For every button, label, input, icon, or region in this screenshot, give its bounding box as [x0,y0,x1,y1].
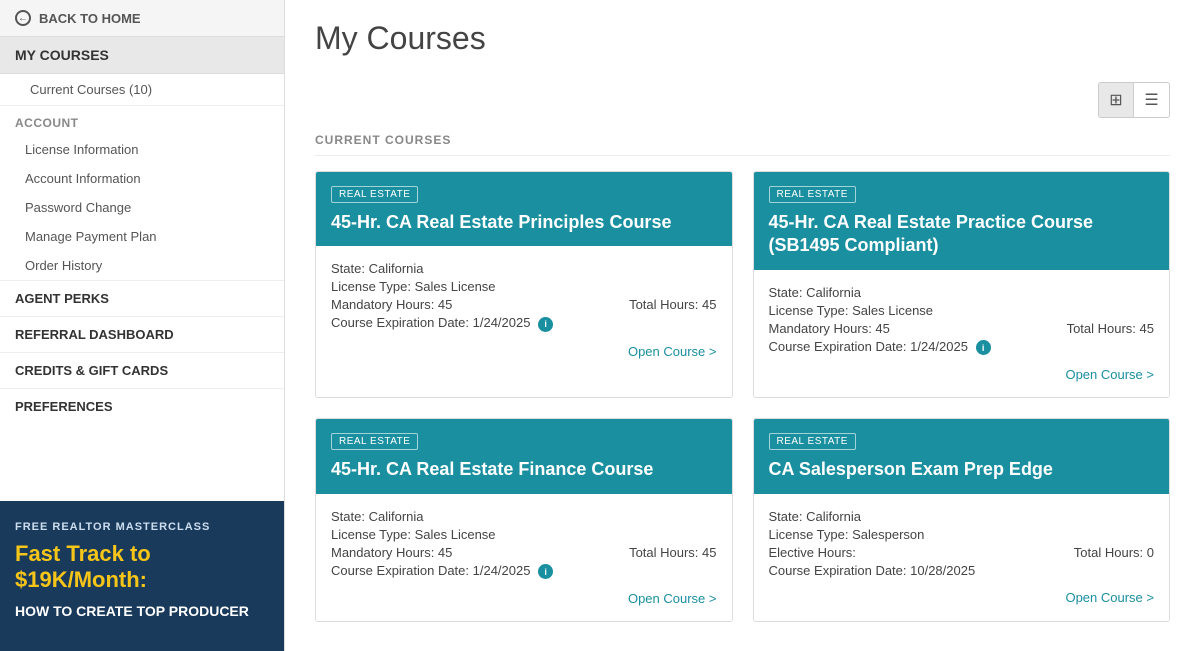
course-state-0: State: California [331,261,717,276]
course-card-0: REAL ESTATE 45-Hr. CA Real Estate Princi… [315,171,733,398]
course-card-body-3: State: California License Type: Salesper… [754,494,1170,620]
course-title-3: CA Salesperson Exam Prep Edge [769,458,1155,481]
sidebar-item-agent-perks[interactable]: AGENT PERKS [0,280,284,316]
course-hours-row-2: Mandatory Hours: 45 Total Hours: 45 [331,545,717,563]
banner-subtitle: FREE REALTOR MASTERCLASS [15,521,269,533]
banner-desc: HOW TO CREATE TOP PRODUCER [15,602,269,620]
course-card-body-0: State: California License Type: Sales Li… [316,246,732,374]
sidebar-item-license-information[interactable]: License Information [0,135,284,164]
back-to-home-label: BACK TO HOME [39,11,141,26]
grid-view-button[interactable]: ⊞ [1098,82,1134,118]
course-license-0: License Type: Sales License [331,279,717,294]
course-total-0: Total Hours: 45 [629,297,716,312]
open-course-link-1[interactable]: Open Course > [769,367,1155,382]
list-view-button[interactable]: ☰ [1134,82,1170,118]
course-card-2: REAL ESTATE 45-Hr. CA Real Estate Financ… [315,418,733,622]
sidebar-item-preferences[interactable]: PREFERENCES [0,388,284,424]
course-title-1: 45-Hr. CA Real Estate Practice Course (S… [769,211,1155,258]
course-total-1: Total Hours: 45 [1067,321,1154,336]
view-toggle: ⊞ ☰ [315,82,1170,118]
course-total-2: Total Hours: 45 [629,545,716,560]
back-icon: ← [15,10,31,26]
course-expiry-2: Course Expiration Date: 1/24/2025 i [331,563,717,580]
course-tag-0: REAL ESTATE [331,186,418,203]
course-mandatory-0: Mandatory Hours: 45 [331,297,452,312]
current-courses-section-label: CURRENT COURSES [315,133,1170,156]
open-course-link-2[interactable]: Open Course > [331,591,717,606]
course-tag-1: REAL ESTATE [769,186,856,203]
sidebar-item-account-information[interactable]: Account Information [0,164,284,193]
sidebar-item-mycourses[interactable]: MY COURSES [0,37,284,74]
sidebar-item-current-courses[interactable]: Current Courses (10) [0,74,284,106]
course-license-2: License Type: Sales License [331,527,717,542]
sidebar-item-referral-dashboard[interactable]: REFERRAL DASHBOARD [0,316,284,352]
course-card-3: REAL ESTATE CA Salesperson Exam Prep Edg… [753,418,1171,622]
course-card-header-3: REAL ESTATE CA Salesperson Exam Prep Edg… [754,419,1170,493]
course-card-body-2: State: California License Type: Sales Li… [316,494,732,622]
info-icon-2[interactable]: i [538,564,553,579]
course-title-2: 45-Hr. CA Real Estate Finance Course [331,458,717,481]
course-card-1: REAL ESTATE 45-Hr. CA Real Estate Practi… [753,171,1171,398]
open-course-link-0[interactable]: Open Course > [331,344,717,359]
courses-grid: REAL ESTATE 45-Hr. CA Real Estate Princi… [315,171,1170,622]
account-section-title: ACCOUNT [0,106,284,135]
course-expiry-1: Course Expiration Date: 1/24/2025 i [769,339,1155,356]
course-tag-2: REAL ESTATE [331,433,418,450]
course-title-0: 45-Hr. CA Real Estate Principles Course [331,211,717,234]
course-total-3: Total Hours: 0 [1074,545,1154,560]
course-card-header-1: REAL ESTATE 45-Hr. CA Real Estate Practi… [754,172,1170,270]
promo-banner[interactable]: FREE REALTOR MASTERCLASS Fast Track to $… [0,501,284,651]
course-expiry-0: Course Expiration Date: 1/24/2025 i [331,315,717,332]
sidebar-item-credits-gift-cards[interactable]: CREDITS & GIFT CARDS [0,352,284,388]
back-to-home-button[interactable]: ← BACK TO HOME [0,0,284,37]
sidebar-item-manage-payment-plan[interactable]: Manage Payment Plan [0,222,284,251]
course-card-body-1: State: California License Type: Sales Li… [754,270,1170,398]
page-title: My Courses [315,20,1170,57]
course-license-3: License Type: Salesperson [769,527,1155,542]
current-courses-label: Current Courses (10) [30,82,152,97]
course-state-2: State: California [331,509,717,524]
mycourses-label: MY COURSES [15,47,109,63]
sidebar-item-password-change[interactable]: Password Change [0,193,284,222]
course-mandatory-1: Mandatory Hours: 45 [769,321,890,336]
course-card-header-2: REAL ESTATE 45-Hr. CA Real Estate Financ… [316,419,732,493]
main-content: My Courses ⊞ ☰ CURRENT COURSES REAL ESTA… [285,0,1200,651]
course-hours-row-0: Mandatory Hours: 45 Total Hours: 45 [331,297,717,315]
open-course-link-3[interactable]: Open Course > [769,590,1155,605]
course-hours-row-1: Mandatory Hours: 45 Total Hours: 45 [769,321,1155,339]
course-card-header-0: REAL ESTATE 45-Hr. CA Real Estate Princi… [316,172,732,246]
banner-title: Fast Track to $19K/Month: [15,541,269,594]
course-mandatory-2: Mandatory Hours: 45 [331,545,452,560]
course-tag-3: REAL ESTATE [769,433,856,450]
course-state-3: State: California [769,509,1155,524]
course-hours-row-3: Elective Hours: Total Hours: 0 [769,545,1155,563]
sidebar: ← BACK TO HOME MY COURSES Current Course… [0,0,285,651]
grid-view-icon: ⊞ [1109,90,1122,110]
course-license-1: License Type: Sales License [769,303,1155,318]
info-icon-0[interactable]: i [538,317,553,332]
course-expiry-3: Course Expiration Date: 10/28/2025 [769,563,1155,578]
sidebar-item-order-history[interactable]: Order History [0,251,284,280]
list-view-icon: ☰ [1144,90,1158,110]
info-icon-1[interactable]: i [976,340,991,355]
course-state-1: State: California [769,285,1155,300]
course-elective-3: Elective Hours: [769,545,856,560]
